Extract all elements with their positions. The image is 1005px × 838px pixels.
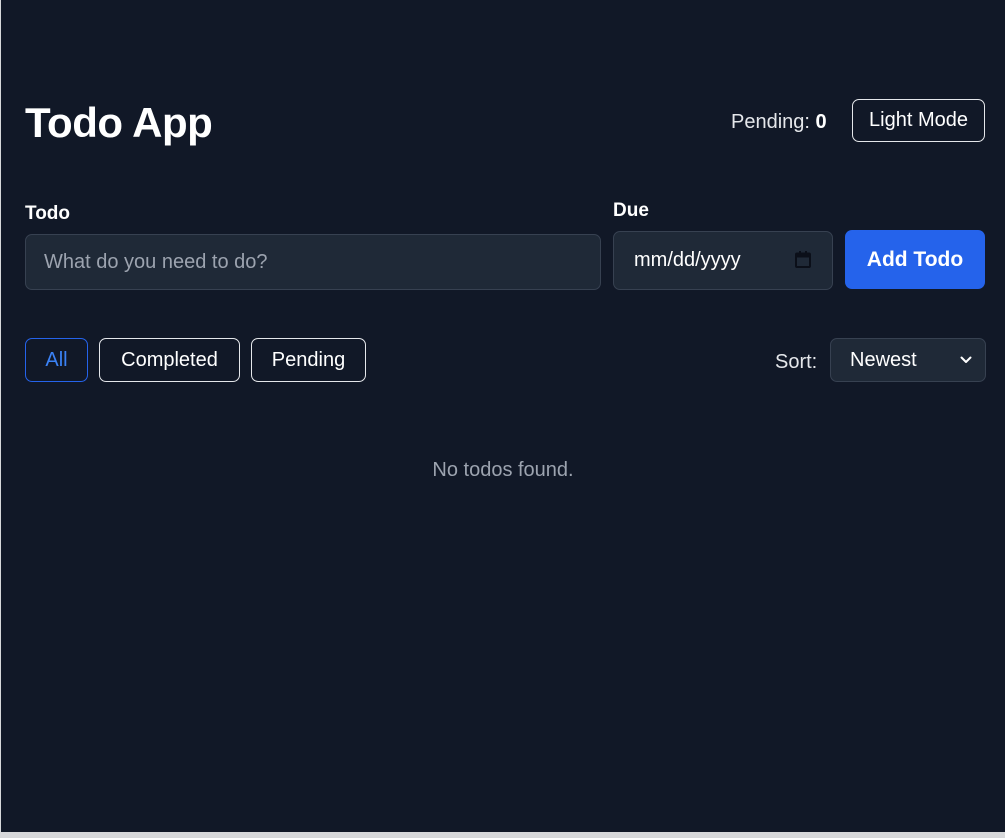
filter-completed-button[interactable]: Completed xyxy=(99,338,240,382)
pending-counter-value: 0 xyxy=(815,111,827,133)
add-todo-button[interactable]: Add Todo xyxy=(845,230,985,289)
filter-pending-button[interactable]: Pending xyxy=(251,338,366,382)
todo-field-label: Todo xyxy=(25,203,71,224)
sort-selected-value: Newest xyxy=(850,348,917,371)
due-field-label: Due xyxy=(613,200,649,221)
due-date-input[interactable]: mm/dd/yyyy xyxy=(613,231,833,290)
due-date-placeholder: mm/dd/yyyy xyxy=(634,249,741,271)
page-title: Todo App xyxy=(25,99,213,146)
calendar-icon[interactable] xyxy=(794,250,812,268)
sort-label: Sort: xyxy=(775,351,818,373)
chevron-down-icon xyxy=(959,353,973,367)
pending-counter: Pending: 0 xyxy=(731,110,827,134)
pending-counter-label: Pending: xyxy=(731,111,810,133)
theme-toggle-button[interactable]: Light Mode xyxy=(852,99,985,142)
todo-app: Todo App Pending: 0 Light Mode Todo Due … xyxy=(1,0,1005,832)
todo-input[interactable] xyxy=(25,234,601,290)
filter-all-button[interactable]: All xyxy=(25,338,88,382)
sort-select[interactable]: Newest xyxy=(830,338,986,382)
empty-list-message: No todos found. xyxy=(432,459,574,481)
